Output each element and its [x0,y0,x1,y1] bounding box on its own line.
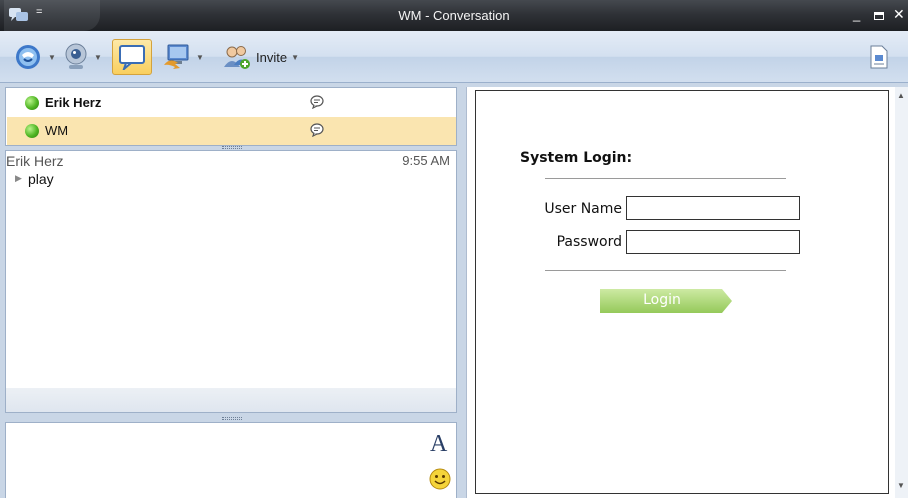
chat-bubble-icon [119,45,145,70]
presence-online-icon [25,96,39,110]
login-button-label[interactable]: Login [600,292,724,308]
video-button[interactable]: ▼ [62,39,102,75]
participant-list: Erik Herz WM [5,87,457,146]
participant-name: Erik Herz [45,95,102,110]
phone-call-icon [16,45,40,69]
close-button[interactable]: ✕ [893,6,905,23]
scroll-up-icon[interactable]: ▲ [897,91,905,100]
chat-bubble-icon [310,123,324,137]
message-sender: Erik Herz [6,153,64,169]
instant-message-button[interactable] [112,39,152,75]
message-text: play [28,171,54,187]
pane-resize-grip[interactable] [222,146,242,149]
options-button[interactable] [868,39,890,75]
conversation-toolbar: ▼ ▼ ▼ Invite ▼ [0,31,908,83]
emoticon-icon[interactable] [428,467,452,491]
participant-row[interactable]: Erik Herz [7,89,456,117]
invite-label: Invite [256,49,288,65]
username-field[interactable] [626,196,800,220]
share-button[interactable]: ▼ [162,39,204,75]
call-button[interactable]: ▼ [14,39,56,75]
message-bullet-icon: ▶ [15,173,22,183]
participant-row-selected[interactable]: WM [7,117,456,145]
divider [545,270,786,271]
share-dropdown-icon[interactable]: ▼ [196,53,204,62]
call-dropdown-icon[interactable]: ▼ [48,53,56,62]
password-label: Password [556,234,622,250]
add-people-icon [224,46,250,69]
webcam-icon [65,43,87,69]
chat-bubble-icon [310,95,324,109]
username-label: User Name [544,201,622,217]
message-timestamp: 9:55 AM [402,153,450,168]
minimize-button[interactable]: _ [853,7,860,22]
compose-resize-grip[interactable] [222,417,242,420]
divider [545,178,786,179]
login-title: System Login: [520,150,633,166]
window-title: WM - Conversation [398,8,510,23]
invite-button[interactable]: Invite ▼ [222,39,299,75]
password-field[interactable] [626,230,800,254]
invite-dropdown-icon[interactable]: ▼ [291,53,299,62]
participant-name: WM [45,123,69,138]
desktop-share-icon [164,44,189,69]
maximize-button[interactable] [874,12,884,20]
message-compose-area[interactable]: A [5,422,457,498]
scroll-down-icon[interactable]: ▼ [897,481,905,490]
font-icon[interactable]: A [430,431,447,458]
presence-online-icon [25,124,39,138]
document-options-icon [870,45,888,69]
conversation-window: = WM - Conversation _ ✕ ▼ ▼ ▼ Invite ▼ E… [0,0,908,498]
history-status-bar [6,388,456,412]
conversation-history: Erik Herz 9:55 AM ▶ play [5,150,457,413]
video-dropdown-icon[interactable]: ▼ [94,53,102,62]
title-bar: = WM - Conversation _ ✕ [0,0,908,31]
vertical-scrollbar[interactable]: ▲ ▼ [895,87,908,498]
